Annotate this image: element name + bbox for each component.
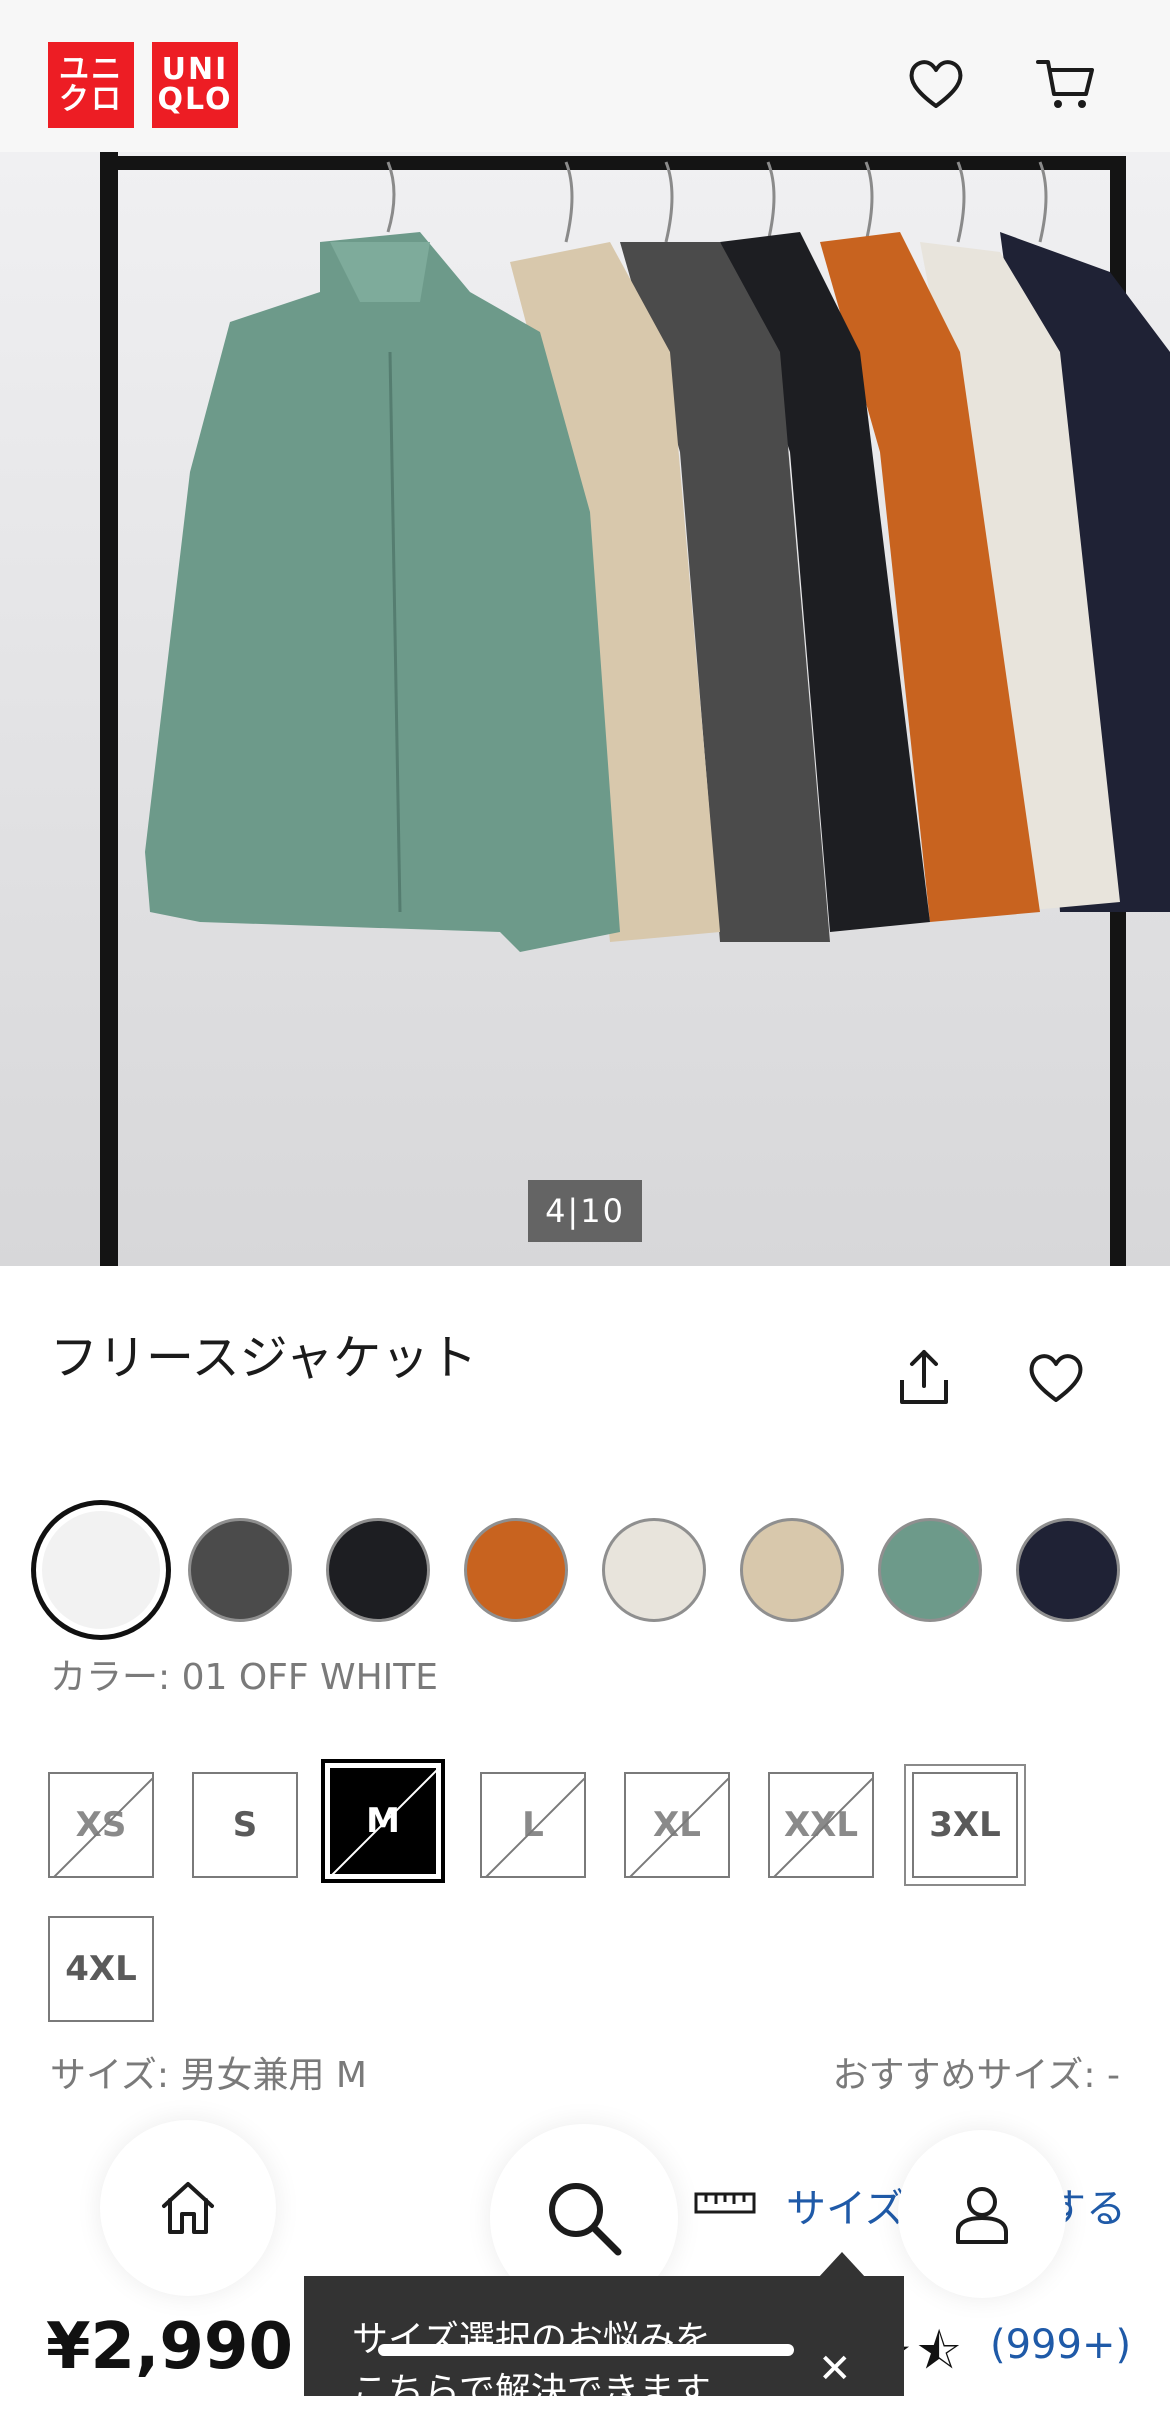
uniqlo-logo-japanese[interactable]: ユニ クロ: [48, 42, 134, 128]
ruler-icon[interactable]: [694, 2186, 756, 2220]
size-option-4xl[interactable]: 4XL: [48, 1916, 154, 2022]
account-icon: [956, 2187, 1008, 2244]
cart-icon[interactable]: [1034, 52, 1098, 116]
size-label: XXL: [783, 1805, 859, 1845]
color-swatch[interactable]: [740, 1518, 844, 1622]
tooltip-arrow: [818, 2252, 866, 2278]
color-swatch[interactable]: [878, 1518, 982, 1622]
home-indicator: [378, 2344, 794, 2356]
logo-en-line2: QLO: [157, 82, 233, 117]
size-guide-link[interactable]: サイズ: [786, 2176, 905, 2234]
size-label: 3XL: [929, 1805, 1001, 1845]
home-button[interactable]: [100, 2120, 276, 2296]
logo-jp-line2: クロ: [59, 82, 123, 117]
size-option-l[interactable]: L: [480, 1772, 586, 1878]
color-swatch[interactable]: [42, 1511, 160, 1629]
review-count-link[interactable]: (999+): [990, 2322, 1131, 2368]
color-swatch[interactable]: [326, 1518, 430, 1622]
search-icon: [549, 2183, 622, 2256]
share-icon[interactable]: [892, 1346, 956, 1410]
size-label: S: [232, 1805, 258, 1845]
product-image-gallery[interactable]: 4|10: [0, 152, 1170, 1266]
logo-en-line1: UNI: [161, 52, 229, 87]
product-photo: [100, 152, 1170, 1266]
favorite-icon[interactable]: [1024, 1346, 1088, 1410]
logo-jp-line1: ユニ: [59, 52, 123, 87]
size-option-xs[interactable]: XS: [48, 1772, 154, 1878]
size-option-xxl[interactable]: XXL: [768, 1772, 874, 1878]
product-title: フリースジャケット: [50, 1330, 478, 1386]
size-help-tooltip: サイズ選択のお悩みを こちらで解決できます ✕: [304, 2276, 904, 2412]
color-label: カラー: 01 OFF WHITE: [50, 1657, 439, 1698]
home-icon: [162, 2182, 214, 2234]
tooltip-line2: こちらで解決できます: [352, 2371, 711, 2412]
close-icon[interactable]: ✕: [818, 2346, 852, 2392]
color-swatch[interactable]: [188, 1518, 292, 1622]
color-swatch[interactable]: [464, 1518, 568, 1622]
size-option-s[interactable]: S: [192, 1772, 298, 1878]
uniqlo-logo-english[interactable]: UNI QLO: [152, 42, 238, 128]
heart-icon[interactable]: [904, 52, 968, 116]
gallery-counter: 4|10: [528, 1180, 642, 1242]
size-option-m[interactable]: M: [330, 1768, 436, 1874]
product-price: ¥2,990: [46, 2310, 293, 2384]
color-swatch[interactable]: [602, 1518, 706, 1622]
recommended-size-label: おすすめサイズ: -: [832, 2055, 1120, 2096]
tooltip-text: サイズ選択のお悩みを こちらで解決できます: [352, 2314, 711, 2418]
tooltip-line1: サイズ選択のお悩みを: [352, 2319, 711, 2360]
selected-size-label: サイズ: 男女兼用 M: [50, 2055, 367, 2096]
size-label: 4XL: [65, 1949, 137, 1989]
header: ユニ クロ UNI QLO: [0, 0, 1170, 152]
color-swatch[interactable]: [1016, 1518, 1120, 1622]
size-option-xl[interactable]: XL: [624, 1772, 730, 1878]
size-option-3xl[interactable]: 3XL: [912, 1772, 1018, 1878]
account-button[interactable]: [898, 2130, 1066, 2298]
